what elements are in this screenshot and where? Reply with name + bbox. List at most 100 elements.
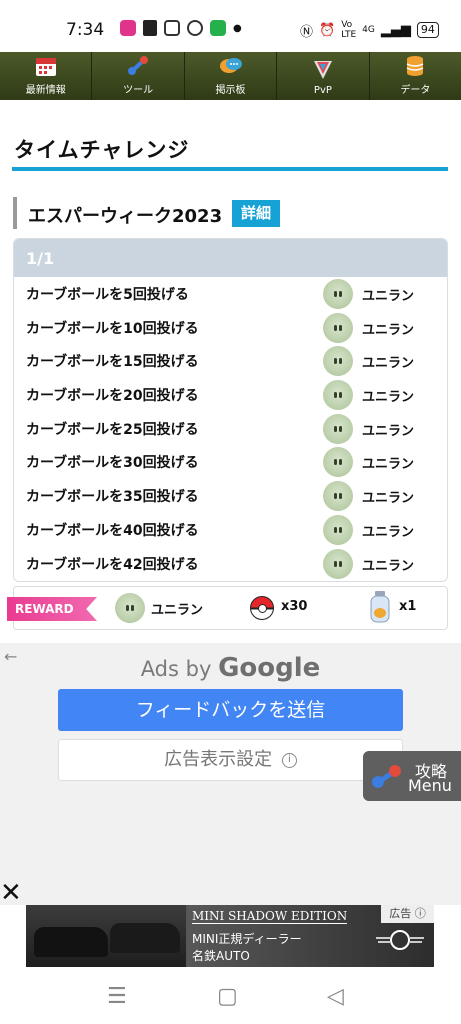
pokemon-icon bbox=[323, 413, 353, 444]
back-icon[interactable]: ◁ bbox=[327, 984, 344, 1009]
banner-company: 名鉄AUTO bbox=[192, 949, 250, 963]
task-name: カーブボールを42回投げる bbox=[26, 556, 199, 573]
home-icon[interactable]: ▢ bbox=[217, 984, 238, 1009]
nfc-icon: Ⓝ bbox=[300, 24, 314, 40]
reward-pokemon-name: ユニラン bbox=[362, 491, 415, 507]
detail-button[interactable]: 詳細 bbox=[232, 200, 280, 227]
task-row: カーブボールを15回投げる ユニラン bbox=[14, 344, 447, 378]
yahoo-icon bbox=[164, 20, 180, 36]
reward-box: REWARD ユニラン x30 x1 bbox=[7, 586, 448, 630]
reward-pokemon-name: ユニラン bbox=[362, 558, 415, 574]
task-row: カーブボールを30回投げる ユニラン bbox=[14, 445, 447, 479]
reward-potion-count: x1 bbox=[399, 599, 417, 614]
nav-label: データ bbox=[400, 85, 431, 96]
app-notification-icon bbox=[120, 20, 136, 36]
menu-label-en: Menu bbox=[408, 776, 452, 795]
volte-icon: Vo LTE bbox=[341, 20, 357, 40]
task-name: カーブボールを5回投げる bbox=[26, 287, 189, 303]
ad-label[interactable]: 広告 ⓘ bbox=[381, 905, 434, 923]
nav-label: 掲示板 bbox=[215, 85, 246, 96]
event-title: エスパーウィーク2023 bbox=[28, 206, 223, 227]
system-status-icons: Ⓝ ⏰ Vo LTE 4G ▂▄▆ 94 bbox=[300, 20, 439, 40]
nav-item-news[interactable]: 最新情報 bbox=[0, 52, 93, 100]
reward-pokemon-name: ユニラン bbox=[362, 423, 415, 439]
potion-icon bbox=[370, 591, 390, 623]
car-image bbox=[26, 905, 186, 967]
trophy-icon bbox=[143, 20, 157, 36]
status-time: 7:34 bbox=[66, 20, 105, 40]
signal-icon: ▂▄▆ bbox=[380, 22, 411, 38]
ads-by-google: Ads by Google bbox=[0, 653, 461, 683]
reward-ball-count: x30 bbox=[281, 599, 308, 614]
reward-pokemon-name: ユニラン bbox=[151, 603, 204, 618]
database-icon bbox=[406, 56, 424, 76]
calendar-icon bbox=[35, 58, 56, 76]
ad-banner[interactable]: MINI SHADOW EDITION MINI正規ディーラー 名鉄AUTO bbox=[26, 905, 434, 967]
task-row: カーブボールを40回投げる ユニラン bbox=[14, 513, 447, 547]
event-marker bbox=[13, 197, 17, 229]
banner-dealer: MINI正規ディーラー bbox=[192, 932, 302, 946]
nav-label: 最新情報 bbox=[25, 85, 66, 96]
title-divider bbox=[12, 167, 448, 171]
task-row: カーブボールを20回投げる ユニラン bbox=[14, 378, 447, 412]
page-title: タイムチャレンジ bbox=[14, 138, 190, 162]
nav-item-data[interactable]: データ bbox=[370, 52, 461, 100]
pokemon-icon bbox=[323, 312, 353, 343]
ad-settings-label: 広告表示設定 bbox=[164, 749, 273, 770]
close-banner-icon[interactable]: ✕ bbox=[0, 880, 22, 906]
system-nav-bar: ☰ ▢ ◁ bbox=[0, 970, 461, 1024]
reward-pokemon-icon bbox=[115, 593, 145, 623]
task-row: カーブボールを5回投げる ユニラン bbox=[14, 277, 447, 311]
task-table-header: 1/1 bbox=[14, 239, 447, 277]
eye-icon bbox=[187, 20, 203, 36]
task-row: カーブボールを25回投げる ユニラン bbox=[14, 412, 447, 446]
task-table: 1/1 カーブボールを5回投げる ユニラン カーブボールを10回投げる ユニラン カーブ… bbox=[13, 238, 448, 582]
nav-item-tools[interactable]: ツール bbox=[92, 52, 185, 100]
ad-settings-button[interactable]: 広告表示設定 i bbox=[58, 739, 403, 781]
reward-pokemon-name: ユニラン bbox=[362, 289, 415, 304]
pokemon-icon bbox=[323, 380, 353, 411]
nav-item-board[interactable]: 掲示板 bbox=[185, 52, 278, 100]
reward-pokemon-name: ユニラン bbox=[362, 524, 415, 540]
task-rows: カーブボールを5回投げる ユニラン カーブボールを10回投げる ユニラン カーブボールを… bbox=[14, 277, 447, 580]
pokemon-icon bbox=[323, 279, 353, 309]
task-name: カーブボールを40回投げる bbox=[26, 522, 199, 539]
reward-pokemon-name: ユニラン bbox=[362, 322, 415, 338]
reward-pokemon-name: ユニラン bbox=[362, 356, 415, 372]
chat-icon bbox=[219, 58, 242, 73]
send-feedback-button[interactable]: フィードバックを送信 bbox=[58, 689, 403, 731]
task-name: カーブボールを15回投げる bbox=[26, 354, 199, 371]
tools-icon bbox=[128, 56, 149, 75]
mini-logo-icon bbox=[376, 930, 424, 950]
nav-label: ツール bbox=[123, 85, 154, 96]
pokeball-icon bbox=[250, 596, 274, 620]
task-row: カーブボールを10回投げる ユニラン bbox=[14, 311, 447, 345]
battery-icon: 94 bbox=[416, 22, 439, 38]
alarm-icon: ⏰ bbox=[319, 22, 336, 38]
reward-pokemon-name: ユニラン bbox=[362, 457, 415, 473]
task-name: カーブボールを10回投げる bbox=[26, 320, 199, 337]
download-icon bbox=[210, 20, 226, 36]
reward-pokemon-name: ユニラン bbox=[362, 390, 415, 406]
banner-title: MINI SHADOW EDITION bbox=[192, 909, 348, 924]
status-bar: 7:34 ● Ⓝ ⏰ Vo LTE 4G ▂▄▆ 94 bbox=[0, 0, 461, 52]
pokemon-icon bbox=[323, 346, 353, 377]
guide-menu-button[interactable]: 攻略 Menu bbox=[363, 751, 461, 801]
task-name: カーブボールを25回投げる bbox=[26, 421, 199, 438]
pokemon-icon bbox=[323, 548, 353, 579]
nav-item-pvp[interactable]: PvP bbox=[277, 52, 370, 100]
google-logo: Google bbox=[218, 653, 321, 683]
pvp-icon bbox=[313, 61, 332, 79]
pokemon-icon bbox=[323, 514, 353, 545]
task-row: カーブボールを35回投げる ユニラン bbox=[14, 479, 447, 513]
info-icon: i bbox=[281, 752, 297, 768]
network-label: 4G bbox=[362, 25, 375, 35]
task-name: カーブボールを30回投げる bbox=[26, 455, 199, 472]
recents-icon[interactable]: ☰ bbox=[107, 984, 127, 1009]
top-nav: 最新情報 ツール 掲示板 PvP データ bbox=[0, 52, 461, 100]
task-name: カーブボールを35回投げる bbox=[26, 489, 199, 506]
task-row: カーブボールを42回投げる ユニラン bbox=[14, 547, 447, 581]
nav-label: PvP bbox=[313, 85, 332, 96]
notification-icons: ● bbox=[120, 20, 242, 36]
more-dot-icon: ● bbox=[233, 22, 242, 34]
